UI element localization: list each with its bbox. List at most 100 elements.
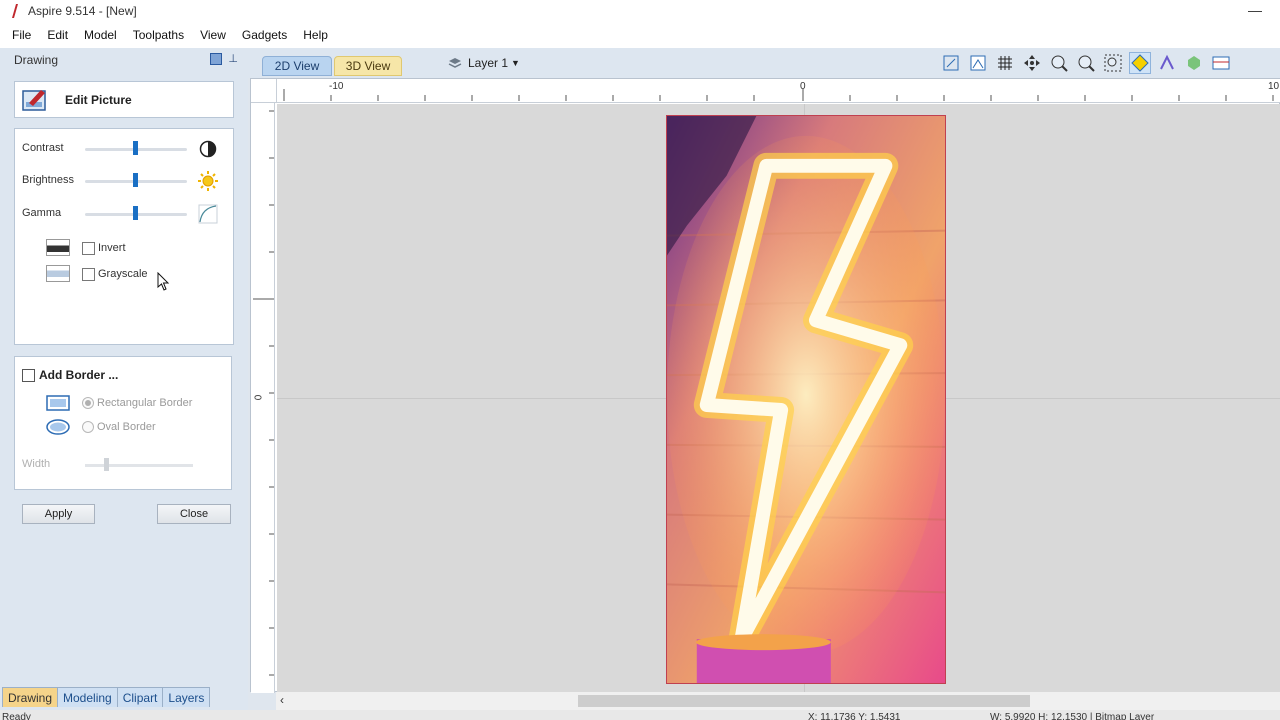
pan-icon[interactable]: [1021, 52, 1043, 74]
menu-view[interactable]: View: [192, 28, 234, 42]
transform-icon[interactable]: [1183, 52, 1205, 74]
gamma-slider[interactable]: [85, 206, 205, 220]
bitmap-image[interactable]: [666, 115, 946, 684]
grayscale-label: Grayscale: [98, 268, 148, 280]
layer-name: Layer 1: [468, 56, 509, 70]
tab-layers[interactable]: Layers: [162, 687, 211, 707]
node-edit-icon[interactable]: [1156, 52, 1178, 74]
grid-icon[interactable]: [994, 52, 1016, 74]
brightness-row: Brightness: [15, 171, 233, 191]
oval-border-label: Oval Border: [97, 421, 156, 433]
menu-gadgets[interactable]: Gadgets: [234, 28, 295, 42]
invert-label: Invert: [98, 242, 126, 254]
grayscale-row: Grayscale: [15, 265, 233, 285]
view-toolbar: 2D View 3D View Layer 1 ▼: [248, 48, 1280, 78]
gamma-label: Gamma: [22, 207, 62, 219]
contrast-row: Contrast: [15, 139, 233, 159]
panel-header: Drawing ⊥: [0, 48, 248, 72]
gamma-row: Gamma: [15, 204, 233, 224]
zoom-box-icon[interactable]: [1102, 52, 1124, 74]
gamma-slider-thumb[interactable]: [133, 206, 138, 220]
zoom-in-icon[interactable]: [1048, 52, 1070, 74]
window-title: Aspire 9.514 - [New]: [28, 4, 137, 18]
invert-row: Invert: [15, 239, 233, 259]
layer-selector[interactable]: Layer 1 ▼: [448, 54, 520, 72]
status-coordinates: X: 11.1736 Y: 1.5431: [808, 712, 901, 720]
rectangular-border-radio[interactable]: [82, 397, 94, 409]
oval-border-icon: [46, 419, 70, 435]
panel-title: Drawing: [14, 53, 59, 67]
add-border-group: Add Border ... Rectangular Border Oval B…: [14, 356, 232, 490]
border-width-slider[interactable]: [85, 464, 193, 467]
contrast-slider[interactable]: [85, 141, 205, 155]
tab-3d-view[interactable]: 3D View: [334, 56, 402, 76]
invert-preview-icon: [46, 239, 70, 256]
add-border-label: Add Border ...: [39, 368, 119, 382]
rectangle-border-icon: [46, 395, 70, 411]
rectangular-border-row: Rectangular Border: [15, 394, 231, 414]
menu-edit[interactable]: Edit: [39, 28, 76, 42]
add-border-checkbox[interactable]: [22, 368, 35, 382]
chevron-down-icon: ▼: [511, 58, 520, 68]
mouse-cursor-icon: [157, 272, 170, 291]
scroll-left-icon[interactable]: ‹: [280, 693, 284, 707]
tab-modeling[interactable]: Modeling: [57, 687, 118, 707]
tab-drawing[interactable]: Drawing: [2, 687, 59, 707]
ruler-ticks: [283, 89, 1274, 101]
status-bar: Ready X: 11.1736 Y: 1.5431 W: 5.9920 H: …: [0, 710, 1280, 720]
drawing-view: -10 0 10 0: [250, 78, 1280, 693]
rectangular-border-label: Rectangular Border: [97, 397, 193, 409]
border-width-row: Width: [15, 455, 231, 475]
ruler-corner: [251, 79, 277, 103]
edit-picture-icon: [22, 89, 46, 111]
ruler-label-10: 10: [1268, 81, 1280, 92]
image-adjust-group: Contrast Brightness Gamma Invert Graysca…: [14, 128, 234, 345]
status-text: Ready: [2, 712, 31, 720]
border-width-label: Width: [22, 458, 51, 470]
layout-icon[interactable]: [1210, 52, 1232, 74]
layer-icon: [448, 58, 462, 68]
show-job-icon[interactable]: [967, 52, 989, 74]
menu-file[interactable]: File: [4, 28, 39, 42]
minimize-button[interactable]: —: [1248, 2, 1262, 18]
add-border-title: Add Border ...: [22, 368, 118, 382]
close-button[interactable]: Close: [157, 504, 231, 524]
title-bar: Aspire 9.514 - [New] —: [0, 0, 1280, 22]
edit-picture-header: Edit Picture: [14, 81, 234, 118]
select-mode-icon[interactable]: [1129, 52, 1151, 74]
contrast-label: Contrast: [22, 142, 64, 154]
grayscale-checkbox[interactable]: [82, 268, 95, 281]
dock-icon[interactable]: [210, 53, 223, 65]
panel-tabs: Drawing Modeling Clipart Layers: [0, 685, 248, 707]
brightness-label: Brightness: [22, 174, 74, 186]
oval-border-radio[interactable]: [82, 421, 94, 433]
drawing-panel: Drawing ⊥ Edit Picture Contrast Brightne…: [0, 48, 248, 720]
contrast-slider-thumb[interactable]: [133, 141, 138, 155]
invert-checkbox[interactable]: [82, 242, 95, 255]
menu-model[interactable]: Model: [76, 28, 125, 42]
brightness-slider[interactable]: [85, 173, 187, 187]
contrast-icon: [199, 140, 217, 158]
horizontal-scrollbar[interactable]: ‹: [276, 692, 1280, 710]
status-dimensions: W: 5.9920 H: 12.1530 | Bitmap Layer: [990, 712, 1155, 720]
aspire-logo-icon: [12, 4, 18, 18]
zoom-out-icon[interactable]: [1075, 52, 1097, 74]
gamma-curve-icon: [198, 204, 218, 224]
apply-button[interactable]: Apply: [22, 504, 95, 524]
menu-help[interactable]: Help: [295, 28, 336, 42]
ruler-label-0: 0: [800, 81, 806, 92]
menu-toolpaths[interactable]: Toolpaths: [125, 28, 192, 42]
drawing-canvas[interactable]: [277, 104, 1280, 693]
zoom-extents-icon[interactable]: [940, 52, 962, 74]
tab-clipart[interactable]: Clipart: [116, 687, 164, 707]
menu-bar: File Edit Model Toolpaths View Gadgets H…: [0, 22, 1280, 48]
edit-picture-label: Edit Picture: [65, 92, 132, 107]
brightness-slider-thumb[interactable]: [133, 173, 138, 187]
scrollbar-thumb[interactable]: [578, 695, 1030, 707]
border-width-slider-thumb[interactable]: [104, 458, 109, 471]
pin-icon[interactable]: ⊥: [228, 53, 238, 65]
view-tools: [940, 52, 1232, 74]
tab-2d-view[interactable]: 2D View: [262, 56, 332, 76]
vertical-ruler-label-0: 0: [253, 394, 265, 401]
horizontal-ruler: -10 0 10: [277, 79, 1280, 103]
